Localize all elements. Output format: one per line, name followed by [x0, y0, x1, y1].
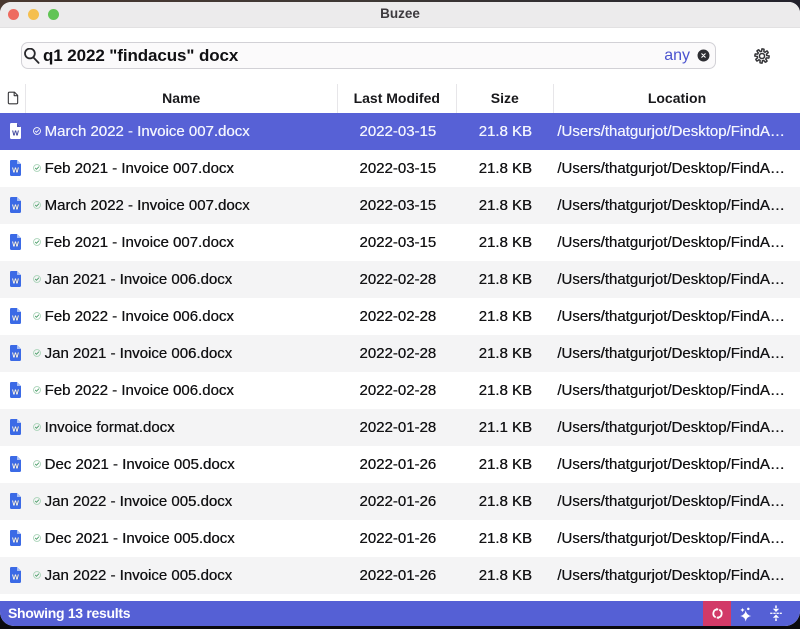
svg-text:W: W [12, 536, 19, 545]
svg-text:W: W [12, 314, 19, 323]
svg-text:W: W [12, 462, 19, 471]
svg-text:W: W [12, 129, 19, 138]
svg-text:W: W [12, 277, 19, 286]
svg-text:W: W [12, 203, 19, 212]
svg-text:W: W [12, 351, 19, 360]
svg-text:W: W [12, 573, 19, 582]
svg-text:W: W [12, 499, 19, 508]
svg-text:W: W [12, 166, 19, 175]
svg-text:W: W [12, 240, 19, 249]
svg-text:W: W [12, 388, 19, 397]
svg-text:W: W [12, 425, 19, 434]
